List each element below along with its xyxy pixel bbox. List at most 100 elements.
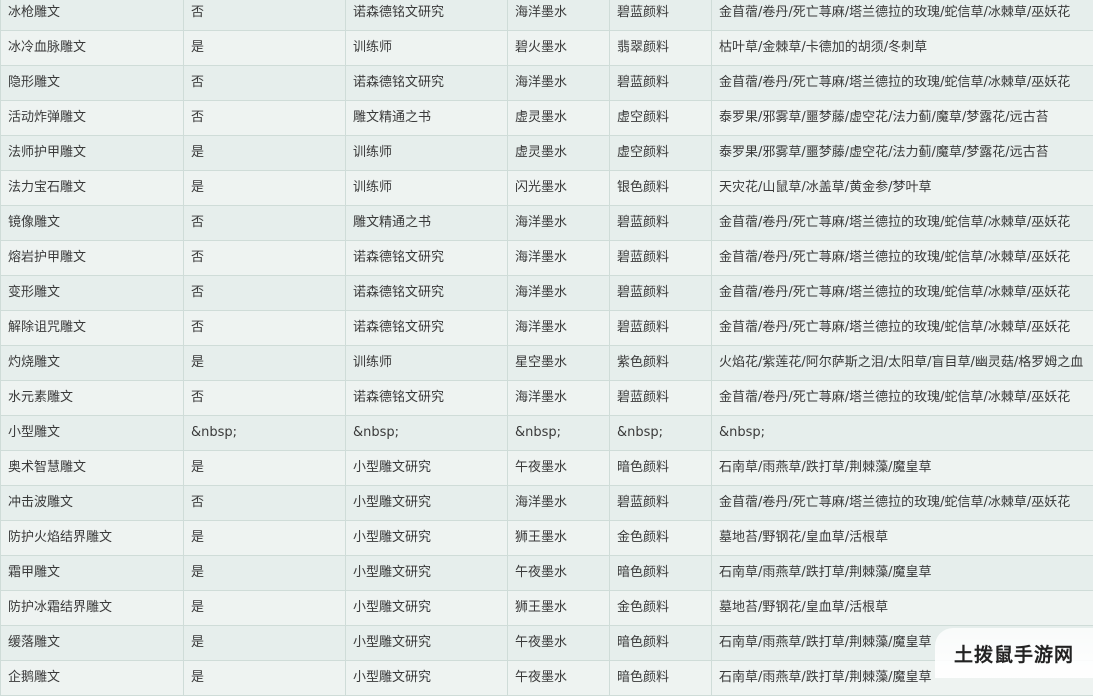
table-row: 冲击波雕文否小型雕文研究海洋墨水碧蓝颜料金苜蓿/卷丹/死亡荨麻/塔兰德拉的玫瑰/… (1, 486, 1093, 521)
cell-glyph-name: 变形雕文 (1, 276, 184, 311)
table-row: 缓落雕文是小型雕文研究午夜墨水暗色颜料石南草/雨燕草/跌打草/荆棘藻/魔皇草 (1, 626, 1093, 661)
table-row: 水元素雕文否诺森德铭文研究海洋墨水碧蓝颜料金苜蓿/卷丹/死亡荨麻/塔兰德拉的玫瑰… (1, 381, 1093, 416)
table-row: 奥术智慧雕文是小型雕文研究午夜墨水暗色颜料石南草/雨燕草/跌打草/荆棘藻/魔皇草 (1, 451, 1093, 486)
cell-source: 诺森德铭文研究 (346, 381, 508, 416)
cell-source: 小型雕文研究 (346, 661, 508, 696)
cell-glyph-name: 企鹅雕文 (1, 661, 184, 696)
cell-herbs: 金苜蓿/卷丹/死亡荨麻/塔兰德拉的玫瑰/蛇信草/冰棘草/巫妖花 (712, 276, 1093, 311)
cell-is-trainable: 是 (184, 31, 346, 66)
cell-is-trainable: 否 (184, 276, 346, 311)
cell-herbs: 火焰花/紫莲花/阿尔萨斯之泪/太阳草/盲目草/幽灵菇/格罗姆之血 (712, 346, 1093, 381)
cell-ink: 狮王墨水 (508, 591, 610, 626)
cell-ink: 海洋墨水 (508, 66, 610, 101)
cell-glyph-name: 缓落雕文 (1, 626, 184, 661)
cell-ink: 海洋墨水 (508, 0, 610, 31)
cell-glyph-name: 熔岩护甲雕文 (1, 241, 184, 276)
cell-source: 小型雕文研究 (346, 521, 508, 556)
site-watermark-logo: 土拨鼠手游网 (935, 628, 1093, 678)
cell-ink: 海洋墨水 (508, 381, 610, 416)
table-row: 隐形雕文否诺森德铭文研究海洋墨水碧蓝颜料金苜蓿/卷丹/死亡荨麻/塔兰德拉的玫瑰/… (1, 66, 1093, 101)
table-row: 霜甲雕文是小型雕文研究午夜墨水暗色颜料石南草/雨燕草/跌打草/荆棘藻/魔皇草 (1, 556, 1093, 591)
cell-pigment: 金色颜料 (610, 591, 712, 626)
table-row: 防护火焰结界雕文是小型雕文研究狮王墨水金色颜料墓地苔/野钢花/皇血草/活根草 (1, 521, 1093, 556)
table-row: 法力宝石雕文是训练师闪光墨水银色颜料天灾花/山鼠草/冰盖草/黄金参/梦叶草 (1, 171, 1093, 206)
table-row: 冰冷血脉雕文是训练师碧火墨水翡翠颜料枯叶草/金棘草/卡德加的胡须/冬刺草 (1, 31, 1093, 66)
cell-ink: 虚灵墨水 (508, 101, 610, 136)
cell-is-trainable: 是 (184, 171, 346, 206)
cell-ink: 午夜墨水 (508, 556, 610, 591)
cell-pigment: 暗色颜料 (610, 626, 712, 661)
cell-is-trainable: 否 (184, 0, 346, 31)
cell-source: 诺森德铭文研究 (346, 241, 508, 276)
cell-is-trainable: 否 (184, 206, 346, 241)
cell-glyph-name: 水元素雕文 (1, 381, 184, 416)
watermark-text: 土拨鼠手游网 (954, 640, 1074, 667)
cell-ink: 闪光墨水 (508, 171, 610, 206)
cell-herbs: 泰罗果/邪雾草/噩梦藤/虚空花/法力蓟/魔草/梦露花/远古苔 (712, 136, 1093, 171)
cell-herbs: 金苜蓿/卷丹/死亡荨麻/塔兰德拉的玫瑰/蛇信草/冰棘草/巫妖花 (712, 66, 1093, 101)
cell-is-trainable: 是 (184, 626, 346, 661)
cell-is-trainable: 是 (184, 591, 346, 626)
cell-ink: 星空墨水 (508, 346, 610, 381)
cell-source: 小型雕文研究 (346, 486, 508, 521)
cell-ink: 海洋墨水 (508, 486, 610, 521)
cell-ink: 狮王墨水 (508, 521, 610, 556)
table-row: 法师护甲雕文是训练师虚灵墨水虚空颜料泰罗果/邪雾草/噩梦藤/虚空花/法力蓟/魔草… (1, 136, 1093, 171)
cell-pigment: 碧蓝颜料 (610, 311, 712, 346)
cell-source: 小型雕文研究 (346, 556, 508, 591)
cell-pigment: 翡翠颜料 (610, 31, 712, 66)
cell-herbs: &nbsp; (712, 416, 1093, 451)
cell-glyph-name: 法力宝石雕文 (1, 171, 184, 206)
cell-source: 诺森德铭文研究 (346, 66, 508, 101)
cell-is-trainable: 是 (184, 661, 346, 696)
cell-ink: 碧火墨水 (508, 31, 610, 66)
cell-source: 雕文精通之书 (346, 206, 508, 241)
table-row: 解除诅咒雕文否诺森德铭文研究海洋墨水碧蓝颜料金苜蓿/卷丹/死亡荨麻/塔兰德拉的玫… (1, 311, 1093, 346)
cell-is-trainable: 是 (184, 556, 346, 591)
cell-glyph-name: 镜像雕文 (1, 206, 184, 241)
table-row: 冰枪雕文否诺森德铭文研究海洋墨水碧蓝颜料金苜蓿/卷丹/死亡荨麻/塔兰德拉的玫瑰/… (1, 0, 1093, 31)
cell-source: 小型雕文研究 (346, 626, 508, 661)
cell-source: 小型雕文研究 (346, 591, 508, 626)
cell-is-trainable: &nbsp; (184, 416, 346, 451)
cell-ink: 午夜墨水 (508, 451, 610, 486)
cell-source: &nbsp; (346, 416, 508, 451)
cell-source: 诺森德铭文研究 (346, 311, 508, 346)
table-row: 防护冰霜结界雕文是小型雕文研究狮王墨水金色颜料墓地苔/野钢花/皇血草/活根草 (1, 591, 1093, 626)
cell-source: 诺森德铭文研究 (346, 0, 508, 31)
cell-is-trainable: 否 (184, 66, 346, 101)
cell-glyph-name: 防护冰霜结界雕文 (1, 591, 184, 626)
cell-herbs: 枯叶草/金棘草/卡德加的胡须/冬刺草 (712, 31, 1093, 66)
cell-glyph-name: 奥术智慧雕文 (1, 451, 184, 486)
cell-is-trainable: 否 (184, 486, 346, 521)
glyph-table: 冰枪雕文否诺森德铭文研究海洋墨水碧蓝颜料金苜蓿/卷丹/死亡荨麻/塔兰德拉的玫瑰/… (0, 0, 1093, 696)
cell-pigment: 碧蓝颜料 (610, 486, 712, 521)
cell-herbs: 墓地苔/野钢花/皇血草/活根草 (712, 591, 1093, 626)
cell-glyph-name: 活动炸弹雕文 (1, 101, 184, 136)
cell-source: 训练师 (346, 136, 508, 171)
cell-glyph-name: 解除诅咒雕文 (1, 311, 184, 346)
cell-pigment: 暗色颜料 (610, 661, 712, 696)
cell-herbs: 泰罗果/邪雾草/噩梦藤/虚空花/法力蓟/魔草/梦露花/远古苔 (712, 101, 1093, 136)
cell-herbs: 金苜蓿/卷丹/死亡荨麻/塔兰德拉的玫瑰/蛇信草/冰棘草/巫妖花 (712, 311, 1093, 346)
table-row: 企鹅雕文是小型雕文研究午夜墨水暗色颜料石南草/雨燕草/跌打草/荆棘藻/魔皇草 (1, 661, 1093, 696)
cell-herbs: 金苜蓿/卷丹/死亡荨麻/塔兰德拉的玫瑰/蛇信草/冰棘草/巫妖花 (712, 381, 1093, 416)
cell-pigment: 银色颜料 (610, 171, 712, 206)
cell-is-trainable: 否 (184, 101, 346, 136)
cell-ink: 海洋墨水 (508, 276, 610, 311)
cell-pigment: 暗色颜料 (610, 556, 712, 591)
cell-pigment: 碧蓝颜料 (610, 0, 712, 31)
cell-pigment: 虚空颜料 (610, 136, 712, 171)
cell-glyph-name: 法师护甲雕文 (1, 136, 184, 171)
cell-source: 训练师 (346, 31, 508, 66)
cell-glyph-name: 霜甲雕文 (1, 556, 184, 591)
cell-ink: &nbsp; (508, 416, 610, 451)
cell-ink: 海洋墨水 (508, 206, 610, 241)
cell-pigment: 虚空颜料 (610, 101, 712, 136)
cell-herbs: 金苜蓿/卷丹/死亡荨麻/塔兰德拉的玫瑰/蛇信草/冰棘草/巫妖花 (712, 0, 1093, 31)
table-row: 小型雕文&nbsp;&nbsp;&nbsp;&nbsp;&nbsp; (1, 416, 1093, 451)
cell-source: 小型雕文研究 (346, 451, 508, 486)
table-row: 镜像雕文否雕文精通之书海洋墨水碧蓝颜料金苜蓿/卷丹/死亡荨麻/塔兰德拉的玫瑰/蛇… (1, 206, 1093, 241)
cell-pigment: 碧蓝颜料 (610, 206, 712, 241)
cell-source: 训练师 (346, 171, 508, 206)
